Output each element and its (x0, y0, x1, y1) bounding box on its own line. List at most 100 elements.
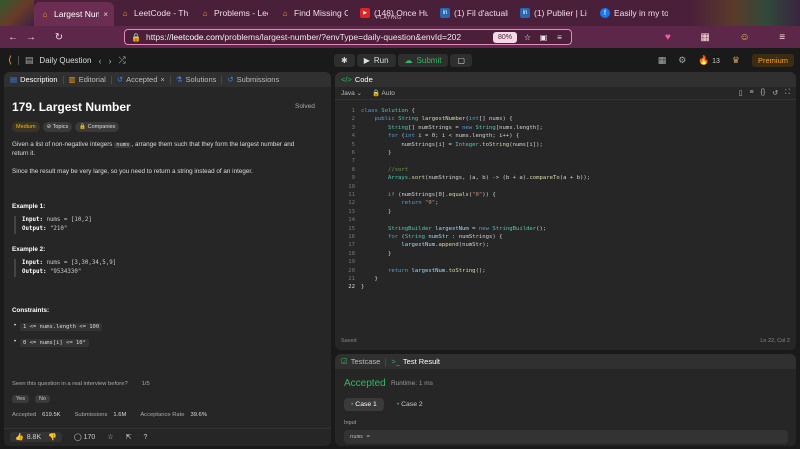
code-line[interactable]: String[] numStrings = new String[nums.le… (361, 125, 543, 131)
code-line[interactable]: //sort (361, 167, 408, 173)
tab-bar-art (0, 0, 34, 26)
settings-gear-icon[interactable]: ⚙ (678, 55, 686, 66)
menu-icon[interactable]: ≡ (779, 32, 785, 43)
code-line[interactable]: } (361, 209, 391, 215)
comments-button[interactable]: ◯ 170 (74, 433, 95, 441)
layout-icon[interactable]: ▦ (658, 55, 667, 66)
code-line[interactable]: } (361, 150, 391, 156)
browser-tab-7[interactable]: in (1) Publier | Li (514, 0, 594, 26)
code-line[interactable]: for (int i = 0; i < nums.length; i++) { (361, 133, 519, 139)
browser-tab-6[interactable]: in (1) Fil d'actualit (434, 0, 514, 26)
no-button[interactable]: No (34, 395, 51, 403)
submit-button[interactable]: ☁ Submit (397, 54, 449, 67)
code-line[interactable]: return "0"; (361, 200, 438, 206)
problem-title[interactable]: 179. Largest Number (12, 100, 131, 114)
prev-problem-icon[interactable]: ‹ (98, 56, 101, 66)
forward-icon[interactable]: → (22, 32, 40, 43)
lock-icon[interactable]: 🔒 (131, 33, 141, 42)
share-icon[interactable]: ⇱ (126, 433, 132, 441)
tab-submissions[interactable]: ↺ Submissions (227, 75, 279, 84)
streak[interactable]: 🔥 13 (698, 55, 720, 66)
facebook-icon: f (600, 8, 610, 18)
like-button[interactable]: 👍 8.8K 👎 (10, 432, 62, 442)
leetcode-icon: ⌂ (282, 8, 288, 18)
tab-test-result[interactable]: >_ Test Result (391, 357, 440, 366)
emoji-icon[interactable]: ☺ (739, 32, 749, 43)
debug-button[interactable]: ✱ (334, 54, 355, 67)
language-select[interactable]: Java ⌄ (341, 89, 362, 97)
case-1-tab[interactable]: • Case 1 (344, 398, 384, 411)
code-line[interactable]: } (361, 284, 364, 290)
code-line[interactable]: largestNum.append(numStr); (361, 242, 489, 248)
help-icon[interactable]: ? (143, 434, 147, 441)
leetcode-logo-icon[interactable]: ⟨ (8, 55, 12, 66)
code-line[interactable]: numStrings[i] = Integer.toString(nums[i]… (361, 142, 542, 148)
extension-icon[interactable]: ▣ (538, 32, 549, 43)
case-2-tab[interactable]: • Case 2 (390, 398, 430, 411)
premium-button[interactable]: Premium (751, 54, 794, 67)
code-line[interactable]: } (361, 276, 377, 282)
browser-tab-4[interactable]: ⌂ Find Missing Ob (274, 0, 354, 26)
linkedin-icon: in (520, 8, 530, 18)
grid-icon[interactable]: ▦ (700, 32, 709, 43)
code-line[interactable]: return largestNum.toString(); (361, 268, 486, 274)
code-editor[interactable]: 1 class Solution {2 public String largest… (335, 105, 796, 340)
address-bar[interactable]: 🔒 https://leetcode.com/problems/largest-… (124, 29, 572, 45)
browser-tab-8[interactable]: f Easily in my to (594, 0, 674, 26)
bookmark-icon[interactable]: ▯ (739, 89, 743, 97)
tab-code[interactable]: </> Code (341, 75, 373, 84)
reader-icon[interactable]: ≡ (554, 32, 565, 43)
browser-tab-3[interactable]: ⌂ Problems - Leet (194, 0, 274, 26)
back-icon[interactable]: ← (4, 32, 22, 43)
code-line[interactable]: public String largestNumber(int[] nums) … (361, 116, 512, 122)
favorite-star-icon[interactable]: ☆ (107, 433, 113, 441)
run-button[interactable]: ▶ Run (356, 54, 396, 67)
bookmark-icon[interactable]: ☆ (522, 32, 533, 43)
lock-icon: 🔒 (79, 124, 87, 130)
close-icon[interactable]: × (160, 75, 164, 84)
line-number: 6 (351, 150, 355, 156)
interview-answer: Yes No (12, 395, 51, 403)
document-icon: ▤ (10, 75, 18, 84)
solved-status: Solved (295, 103, 315, 110)
format-icon[interactable]: ≡ (749, 89, 753, 97)
code-line[interactable]: } (361, 251, 391, 257)
autocomplete-toggle[interactable]: 🔒 Auto (372, 89, 395, 97)
daily-question-link[interactable]: Daily Question (39, 56, 91, 65)
difficulty-badge: Medium (12, 122, 40, 132)
reset-icon[interactable]: ↺ (772, 89, 778, 97)
shuffle-icon[interactable]: ⤮ (118, 55, 125, 66)
tab-solutions[interactable]: ⚗ Solutions (176, 75, 217, 84)
code-line[interactable]: class Solution { (361, 108, 415, 114)
avatar[interactable]: ♛ (732, 55, 740, 66)
tab-accepted[interactable]: ↺ Accepted × (117, 75, 165, 84)
tab-testcase[interactable]: ☑ Testcase (341, 357, 380, 366)
pocket-icon[interactable]: ♥ (665, 32, 671, 43)
case-tabs: • Case 1 • Case 2 (344, 398, 430, 411)
browser-tab-1[interactable]: ⌂ Largest Numb × (34, 2, 114, 26)
tab-editorial[interactable]: ▥ Editorial (69, 75, 106, 84)
constraint-2: 0 <= nums[i] <= 10⁹ (20, 339, 89, 347)
thumbs-down-icon[interactable]: 👎 (48, 433, 57, 441)
code-line[interactable]: if (numStrings[0].equals("0")) { (361, 192, 496, 198)
topics-button[interactable]: ⊘ Topics (42, 122, 73, 132)
fullscreen-icon[interactable]: ⛶ (785, 89, 790, 97)
yes-button[interactable]: Yes (12, 395, 29, 403)
browser-tab-5[interactable]: ▶ (148) Once Hum PLAYING (354, 0, 434, 26)
zoom-level[interactable]: 80% (492, 31, 517, 43)
code-line[interactable]: StringBuilder largestNum = new StringBui… (361, 226, 546, 232)
braces-icon[interactable]: {} (761, 89, 766, 97)
reload-icon[interactable]: ↻ (50, 32, 68, 43)
code-line[interactable]: for (String numStr : numStrings) { (361, 234, 503, 240)
calendar-icon[interactable]: ▤ (25, 55, 34, 66)
line-number: 2 (351, 116, 355, 123)
companies-button[interactable]: 🔒 Companies (75, 122, 120, 132)
problem-actions: 👍 8.8K 👎 ◯ 170 ☆ ⇱ ? (4, 428, 331, 445)
browser-tab-2[interactable]: ⌂ LeetCode - The (114, 0, 194, 26)
notes-button[interactable]: ▢ (450, 54, 473, 67)
code-line[interactable]: Arrays.sort(numStrings, (a, b) -> (b + a… (361, 175, 590, 181)
close-tab-icon[interactable]: × (103, 10, 108, 19)
line-number: 9 (351, 175, 355, 182)
tab-description[interactable]: ▤ Description (10, 75, 58, 84)
next-problem-icon[interactable]: › (108, 56, 111, 66)
